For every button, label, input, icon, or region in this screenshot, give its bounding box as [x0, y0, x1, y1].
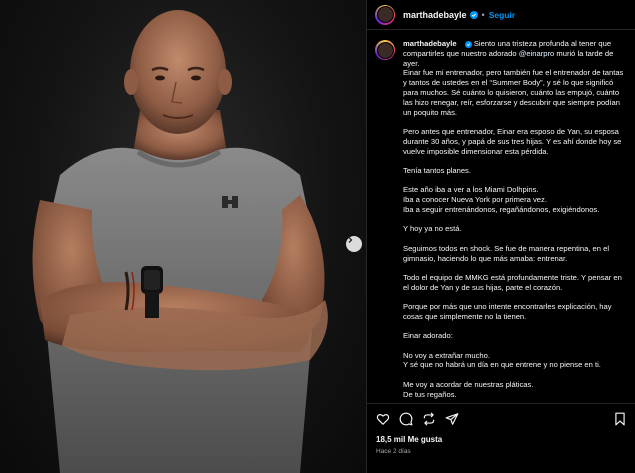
caption-paragraph: Iba a seguir entrenándonos, regañándonos… — [403, 204, 600, 214]
caption-paragraph: Tenía tantos planes. — [403, 165, 471, 175]
post-timestamp[interactable]: Hace 2 días — [376, 448, 411, 455]
caption-username[interactable]: marthadebayle — [403, 39, 457, 48]
bookmark-icon[interactable] — [613, 412, 627, 426]
caption-paragraph: Este año iba a ver a los Miami Dolhpins. — [403, 185, 539, 195]
separator-dot: • — [481, 9, 485, 20]
header-username[interactable]: marthadebayle — [403, 10, 467, 20]
caption-paragraph: Einar fue mi entrenador, pero también fu… — [403, 68, 624, 117]
caption-area: marthadebayle Siento una tristeza profun… — [367, 31, 635, 403]
send-icon[interactable] — [445, 412, 459, 426]
likes-count[interactable]: 18,5 mil Me gusta — [376, 435, 442, 444]
post-header: marthadebayle • Seguir — [367, 0, 635, 30]
caption-paragraph: De tus regaños. — [403, 389, 457, 399]
next-image-button[interactable] — [346, 236, 362, 252]
caption-text: marthadebayle Siento una tristeza profun… — [403, 39, 625, 403]
caption-paragraph: Seguimos todos en shock. Se fue de maner… — [403, 243, 610, 263]
caption-paragraph: Y sé que no habrá un día en que entrene … — [403, 360, 601, 370]
chevron-right-icon — [348, 237, 353, 243]
post-side-panel: marthadebayle • Seguir marthadebayle Sie… — [366, 0, 635, 473]
caption-paragraph: Y hoy ya no está. — [403, 224, 462, 234]
caption-paragraph: Pero antes que entrenador, Einar era esp… — [403, 126, 622, 156]
caption-paragraph: Me voy a acordar de nuestras pláticas. — [403, 379, 534, 389]
mention-link[interactable]: @einarpro — [519, 49, 555, 58]
verified-badge-icon — [464, 40, 472, 48]
caption-paragraph: No voy a extrañar mucho. — [403, 350, 490, 360]
action-bar — [367, 403, 635, 433]
post-photo — [0, 0, 366, 473]
follow-button[interactable]: Seguir — [489, 10, 515, 20]
verified-badge-icon — [469, 10, 478, 19]
avatar[interactable] — [375, 4, 395, 25]
trainer-photo-illustration — [32, 10, 328, 473]
caption-paragraph: Todo el equipo de MMKG está profundament… — [403, 272, 622, 292]
caption-paragraph: Einar adorado: — [403, 331, 453, 341]
comment-icon[interactable] — [399, 412, 413, 426]
heart-icon[interactable] — [376, 412, 390, 426]
caption-avatar[interactable] — [375, 40, 395, 60]
caption-paragraph: Iba a conocer Nueva York por primera vez… — [403, 195, 547, 205]
caption-paragraph: Porque por más que uno intente encontrar… — [403, 302, 612, 321]
repost-icon[interactable] — [422, 412, 436, 426]
